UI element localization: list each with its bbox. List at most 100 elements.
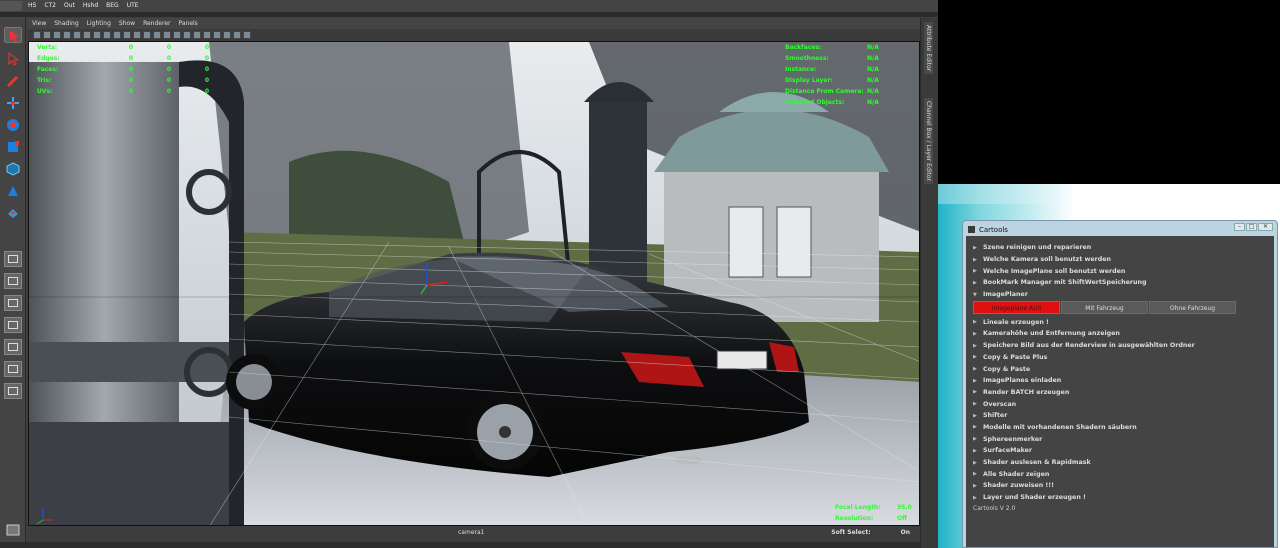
menu-item[interactable]: ▶ Lineale erzeugen ! xyxy=(973,316,1269,328)
menu-item[interactable]: ▶ Copy & Paste Plus xyxy=(973,352,1269,364)
menu-renderer[interactable]: Renderer xyxy=(139,18,174,29)
gate-mask-icon[interactable] xyxy=(123,31,131,39)
camera-name-label: camera1 xyxy=(458,529,485,536)
paint-select-tool-icon[interactable] xyxy=(4,73,22,89)
hud-value: 0 xyxy=(204,44,209,51)
script-editor-icon[interactable] xyxy=(4,522,22,538)
grease-pencil-icon[interactable] xyxy=(83,31,91,39)
shelf-tab[interactable]: Hshd xyxy=(79,1,102,11)
app-icon xyxy=(968,226,975,233)
menu-item[interactable]: ▶ Speichere Bild aus der Renderview in au… xyxy=(973,340,1269,352)
tab-attribute-editor[interactable]: Attribute Editor xyxy=(924,22,933,75)
hypershade-layout-icon[interactable] xyxy=(4,361,22,377)
hud-value: 0 xyxy=(204,55,209,62)
menu-shading[interactable]: Shading xyxy=(50,18,82,29)
maximize-icon[interactable]: □ xyxy=(1246,223,1257,231)
hud-object-details: Backfaces: N/A Smoothness: N/A Instance: N/… xyxy=(785,42,879,108)
film-gate-icon[interactable] xyxy=(103,31,111,39)
two-pane-layout-icon[interactable] xyxy=(4,295,22,311)
outliner-layout-icon[interactable] xyxy=(4,317,22,333)
scale-tool-icon[interactable] xyxy=(4,139,22,155)
select-tool-icon[interactable] xyxy=(4,27,22,43)
menu-item[interactable]: ▶ Copy & Paste xyxy=(973,363,1269,375)
menu-item-expanded[interactable]: ▼ ImagePlaner xyxy=(973,289,1269,301)
isolate-select-icon[interactable] xyxy=(233,31,241,39)
menu-item[interactable]: ▶ Shader zuweisen !!! xyxy=(973,480,1269,492)
expand-arrow-icon: ▶ xyxy=(973,459,977,466)
expand-arrow-icon: ▶ xyxy=(973,482,977,489)
shelf-tab[interactable]: CT2 xyxy=(40,1,60,11)
menu-item[interactable]: ▶ Shader auslesen & Rapidmask xyxy=(973,457,1269,469)
menu-item[interactable]: ▶ ImagePlanes einladen xyxy=(973,375,1269,387)
xray-joints-icon[interactable] xyxy=(243,31,251,39)
single-pane-layout-icon[interactable] xyxy=(4,251,22,267)
menu-lighting[interactable]: Lighting xyxy=(83,18,115,29)
menu-item[interactable]: ▶ Welche ImagePlane soll benutzt werden xyxy=(973,265,1269,277)
shelf-tab[interactable]: Out xyxy=(60,1,79,11)
field-chart-icon[interactable] xyxy=(133,31,141,39)
smooth-shade-icon[interactable] xyxy=(173,31,181,39)
hud-camera-info: Focal Length: 35.0 Resolution: Off xyxy=(835,502,912,524)
menu-item[interactable]: ▶ Render BATCH erzeugen xyxy=(973,387,1269,399)
version-label: Cartools V 2.0 xyxy=(973,505,1016,513)
default-material-icon[interactable] xyxy=(183,31,191,39)
menu-item[interactable]: ▶ Modelle mit vorhandenen Shadern säubern xyxy=(973,422,1269,434)
imageplane-off-button[interactable]: Imageplane AUS xyxy=(973,301,1060,315)
close-icon[interactable]: ✕ xyxy=(1258,223,1273,231)
textured-icon[interactable] xyxy=(193,31,201,39)
menu-item-label: Overscan xyxy=(983,400,1017,408)
lasso-tool-icon[interactable] xyxy=(4,51,22,67)
menu-view[interactable]: View xyxy=(28,18,50,29)
shelf-tab[interactable]: BEG xyxy=(102,1,123,11)
image-plane-icon[interactable] xyxy=(63,31,71,39)
minimize-icon[interactable]: – xyxy=(1234,223,1245,231)
cartools-title-bar[interactable]: Cartools xyxy=(966,223,1274,236)
shelf-tab[interactable]: UTE xyxy=(123,1,143,11)
universal-manipulator-icon[interactable] xyxy=(4,161,22,177)
perspective-viewport[interactable]: Verts: 0 0 0 Edges: 0 0 0 Faces: 0 0 0 Tris: 0 0 0 U… xyxy=(28,41,920,526)
menu-item[interactable]: ▶ Alle Shader zeigen xyxy=(973,468,1269,480)
menu-panels[interactable]: Panels xyxy=(174,18,201,29)
menu-item[interactable]: ▶ Kamerahöhe und Entfernung anzeigen xyxy=(973,328,1269,340)
grid-icon[interactable] xyxy=(93,31,101,39)
soft-mod-tool-icon[interactable] xyxy=(4,183,22,199)
menu-item[interactable]: ▶ Szene reinigen und reparieren xyxy=(973,242,1269,254)
rotate-tool-icon[interactable] xyxy=(4,117,22,133)
bookmark-icon[interactable] xyxy=(53,31,61,39)
expand-arrow-icon: ▶ xyxy=(973,319,977,326)
shelf-menu-icon[interactable] xyxy=(0,1,22,11)
two-d-pan-zoom-icon[interactable] xyxy=(73,31,81,39)
with-vehicle-button[interactable]: Mit Fahrzeug xyxy=(1061,301,1148,315)
menu-item[interactable]: ▶ BookMark Manager mit ShiftWertSpeicheru… xyxy=(973,277,1269,289)
menu-item[interactable]: ▶ Welche Kamera soll benutzt werden xyxy=(973,254,1269,266)
show-manipulator-icon[interactable] xyxy=(4,205,22,221)
safe-action-icon[interactable] xyxy=(143,31,151,39)
render-layout-icon[interactable] xyxy=(4,383,22,399)
menu-item[interactable]: ▶ Overscan xyxy=(973,398,1269,410)
safe-title-icon[interactable] xyxy=(153,31,161,39)
shelf-tab[interactable]: HS xyxy=(24,1,40,11)
menu-item[interactable]: ▶ SurfaceMaker xyxy=(973,445,1269,457)
menu-show[interactable]: Show xyxy=(115,18,139,29)
menu-item[interactable]: ▶ Shifter xyxy=(973,410,1269,422)
hud-value: N/A xyxy=(867,99,879,106)
four-pane-layout-icon[interactable] xyxy=(4,273,22,289)
camera-attributes-icon[interactable] xyxy=(43,31,51,39)
xray-icon[interactable] xyxy=(223,31,231,39)
resolution-gate-icon[interactable] xyxy=(113,31,121,39)
hud-label: Tris: xyxy=(37,77,52,84)
lights-icon[interactable] xyxy=(203,31,211,39)
menu-item[interactable]: ▶ Sphereenmerker xyxy=(973,433,1269,445)
shadows-icon[interactable] xyxy=(213,31,221,39)
hud-value: N/A xyxy=(867,55,879,62)
move-tool-icon[interactable] xyxy=(4,95,22,111)
graph-layout-icon[interactable] xyxy=(4,339,22,355)
viewport-status-line: camera1 Soft Select: On xyxy=(28,526,920,542)
without-vehicle-button[interactable]: Ohne Fahrzeug xyxy=(1149,301,1236,315)
expand-arrow-icon: ▶ xyxy=(973,471,977,478)
camera-select-icon[interactable] xyxy=(33,31,41,39)
maya-main-window: HS CT2 Out Hshd BEG UTE View Shading Lig… xyxy=(0,0,938,548)
menu-item[interactable]: ▶ Layer und Shader erzeugen ! xyxy=(973,492,1269,504)
tab-channel-box[interactable]: Channel Box / Layer Editor xyxy=(924,98,933,184)
wireframe-icon[interactable] xyxy=(163,31,171,39)
